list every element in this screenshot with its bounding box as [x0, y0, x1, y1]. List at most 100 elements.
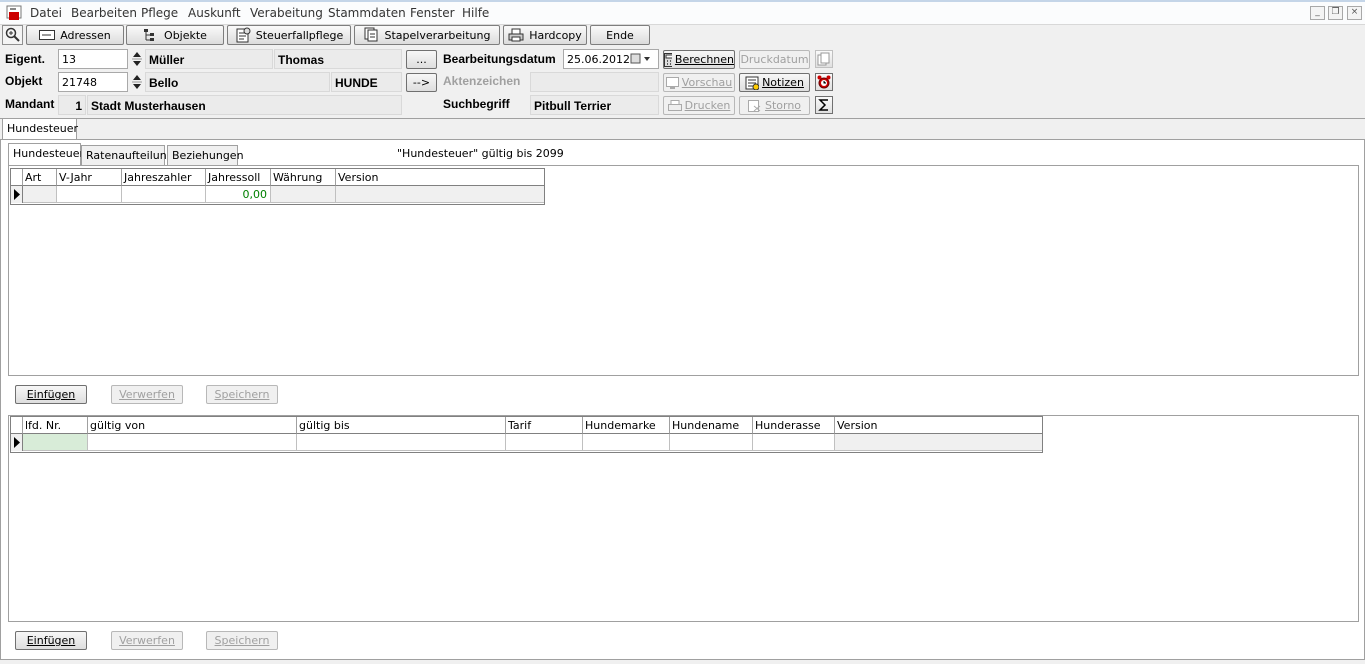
grid2-header[interactable]: Tarif	[506, 417, 583, 434]
eigent-label: Eigent.	[5, 52, 46, 66]
grid2-cell[interactable]	[297, 434, 506, 451]
eigent-spinner[interactable]	[131, 49, 143, 69]
menu-fenster[interactable]: Fenster	[410, 6, 455, 20]
vorschau-button[interactable]: Vorschau	[663, 73, 735, 92]
grid2-header[interactable]: gültig bis	[297, 417, 506, 434]
grid1-header[interactable]: Währung	[271, 169, 336, 186]
grid2-header[interactable]: Hundemarke	[583, 417, 670, 434]
header-divider	[0, 118, 1365, 119]
speichern-label: Speichern	[214, 634, 270, 647]
menu-bearbeiten[interactable]: Bearbeiten	[71, 6, 137, 20]
grid2-cell[interactable]	[583, 434, 670, 451]
bearbeitungsdatum-value: 25.06.2012	[567, 53, 630, 66]
calendar-dropdown-icon[interactable]	[630, 53, 654, 65]
menu-datei[interactable]: Datei	[30, 6, 62, 20]
eigent-name2: Thomas	[274, 49, 402, 69]
objekte-button[interactable]: Objekte	[126, 25, 224, 45]
printer-icon	[508, 28, 524, 42]
dots-button[interactable]: ...	[406, 50, 437, 69]
menu-pflege[interactable]: Pflege	[141, 6, 178, 20]
adressen-label: Adressen	[60, 28, 111, 42]
speichern-button-1[interactable]: Speichern	[206, 385, 278, 404]
objekt-spinner[interactable]	[131, 72, 143, 92]
mandant-label: Mandant	[5, 97, 55, 111]
zoom-icon[interactable]	[2, 25, 23, 45]
grid1-cell[interactable]	[271, 186, 336, 203]
grid1-header[interactable]: V-Jahr	[57, 169, 122, 186]
druckdatum-button[interactable]: Druckdatum	[739, 50, 810, 69]
tab-hundesteuer-outer[interactable]: Hundesteuer	[2, 118, 78, 140]
grid1-corner	[11, 169, 23, 186]
grid1-header[interactable]: Jahreszahler	[122, 169, 206, 186]
ende-button[interactable]: Ende	[590, 25, 650, 45]
mandant-number: 1	[58, 95, 86, 115]
verwerfen-button-2[interactable]: Verwerfen	[111, 631, 183, 650]
grid1-cell[interactable]	[23, 186, 57, 203]
einfuegen-button-1[interactable]: Einfügen	[15, 385, 87, 404]
title-strip	[0, 0, 1365, 2]
grid1: Art V-Jahr Jahreszahler Jahressoll Währu…	[10, 168, 545, 205]
grid2-cell[interactable]	[670, 434, 753, 451]
stapelverarbeitung-button[interactable]: Stapelverarbeitung	[354, 25, 500, 45]
vorschau-label: Vorschau	[681, 76, 733, 89]
storno-button[interactable]: Storno	[739, 96, 810, 115]
grid1-cell-jahressoll[interactable]: 0,00	[206, 186, 271, 203]
restore-icon[interactable]: ❐	[1328, 6, 1343, 20]
speichern-button-2[interactable]: Speichern	[206, 631, 278, 650]
arrow-button[interactable]: -->	[406, 73, 437, 92]
minimize-icon[interactable]: _	[1310, 6, 1325, 20]
tab-ratenaufteilung[interactable]: Ratenaufteilung	[81, 145, 174, 165]
suchbegriff-field[interactable]: Pitbull Terrier	[530, 95, 659, 115]
menu-verabeitung[interactable]: Verabeitung	[250, 6, 323, 20]
hardcopy-label: Hardcopy	[529, 28, 582, 42]
calculator-icon	[664, 52, 672, 67]
grid1-cell[interactable]	[122, 186, 206, 203]
grid2-header[interactable]: Hunderasse	[753, 417, 835, 434]
app-icon[interactable]	[6, 4, 24, 22]
grid1-header[interactable]: Version	[336, 169, 544, 186]
grid2-cell[interactable]	[835, 434, 1042, 451]
aktenzeichen-field[interactable]	[530, 72, 659, 92]
berechnen-button[interactable]: Berechnen	[663, 50, 735, 69]
grid1-header[interactable]: Jahressoll	[206, 169, 271, 186]
close-icon[interactable]: ×	[1347, 6, 1362, 20]
hardcopy-button[interactable]: Hardcopy	[503, 25, 587, 45]
grid2-cell[interactable]	[506, 434, 583, 451]
grid2-cell-selected[interactable]	[23, 434, 88, 451]
menu-auskunft[interactable]: Auskunft	[188, 6, 241, 20]
grid2-header[interactable]: Version	[835, 417, 1042, 434]
tab-beziehungen[interactable]: Beziehungen	[167, 145, 244, 165]
einfuegen-label: Einfügen	[26, 388, 76, 401]
row-indicator	[11, 434, 23, 451]
objekt-label: Objekt	[5, 74, 43, 88]
adressen-button[interactable]: Adressen	[26, 25, 124, 45]
copy-icon[interactable]	[815, 50, 833, 68]
grid2-header[interactable]: gültig von	[88, 417, 297, 434]
eigent-name1: Müller	[145, 49, 273, 69]
objekte-label: Objekte	[164, 28, 207, 42]
drucken-button[interactable]: Drucken	[663, 96, 735, 115]
menu-hilfe[interactable]: Hilfe	[462, 6, 489, 20]
notizen-button[interactable]: Notizen	[739, 73, 810, 92]
verwerfen-button-1[interactable]: Verwerfen	[111, 385, 183, 404]
stapelverarbeitung-label: Stapelverarbeitung	[384, 28, 491, 42]
grid1-header[interactable]: Art	[23, 169, 57, 186]
grid2-cell[interactable]	[753, 434, 835, 451]
tab-hundesteuer[interactable]: Hundesteuer	[8, 143, 84, 165]
objekt-name: Bello	[145, 72, 330, 92]
grid1-cell[interactable]	[336, 186, 544, 203]
verwerfen-label: Verwerfen	[119, 634, 175, 647]
grid2-header[interactable]: lfd. Nr.	[23, 417, 88, 434]
steuerfallpflege-button[interactable]: Steuerfallpflege	[227, 25, 351, 45]
objekt-input[interactable]: 21748	[58, 72, 128, 92]
einfuegen-button-2[interactable]: Einfügen	[15, 631, 87, 650]
grid1-cell[interactable]	[57, 186, 122, 203]
alarm-clock-icon[interactable]	[815, 73, 833, 91]
eigent-input[interactable]: 13	[58, 49, 128, 69]
menu-stammdaten[interactable]: Stammdaten	[328, 6, 406, 20]
tree-icon	[144, 29, 155, 41]
sum-icon[interactable]	[815, 96, 833, 114]
grid2-header[interactable]: Hundename	[670, 417, 753, 434]
grid2-cell[interactable]	[88, 434, 297, 451]
notes-icon	[745, 76, 760, 90]
